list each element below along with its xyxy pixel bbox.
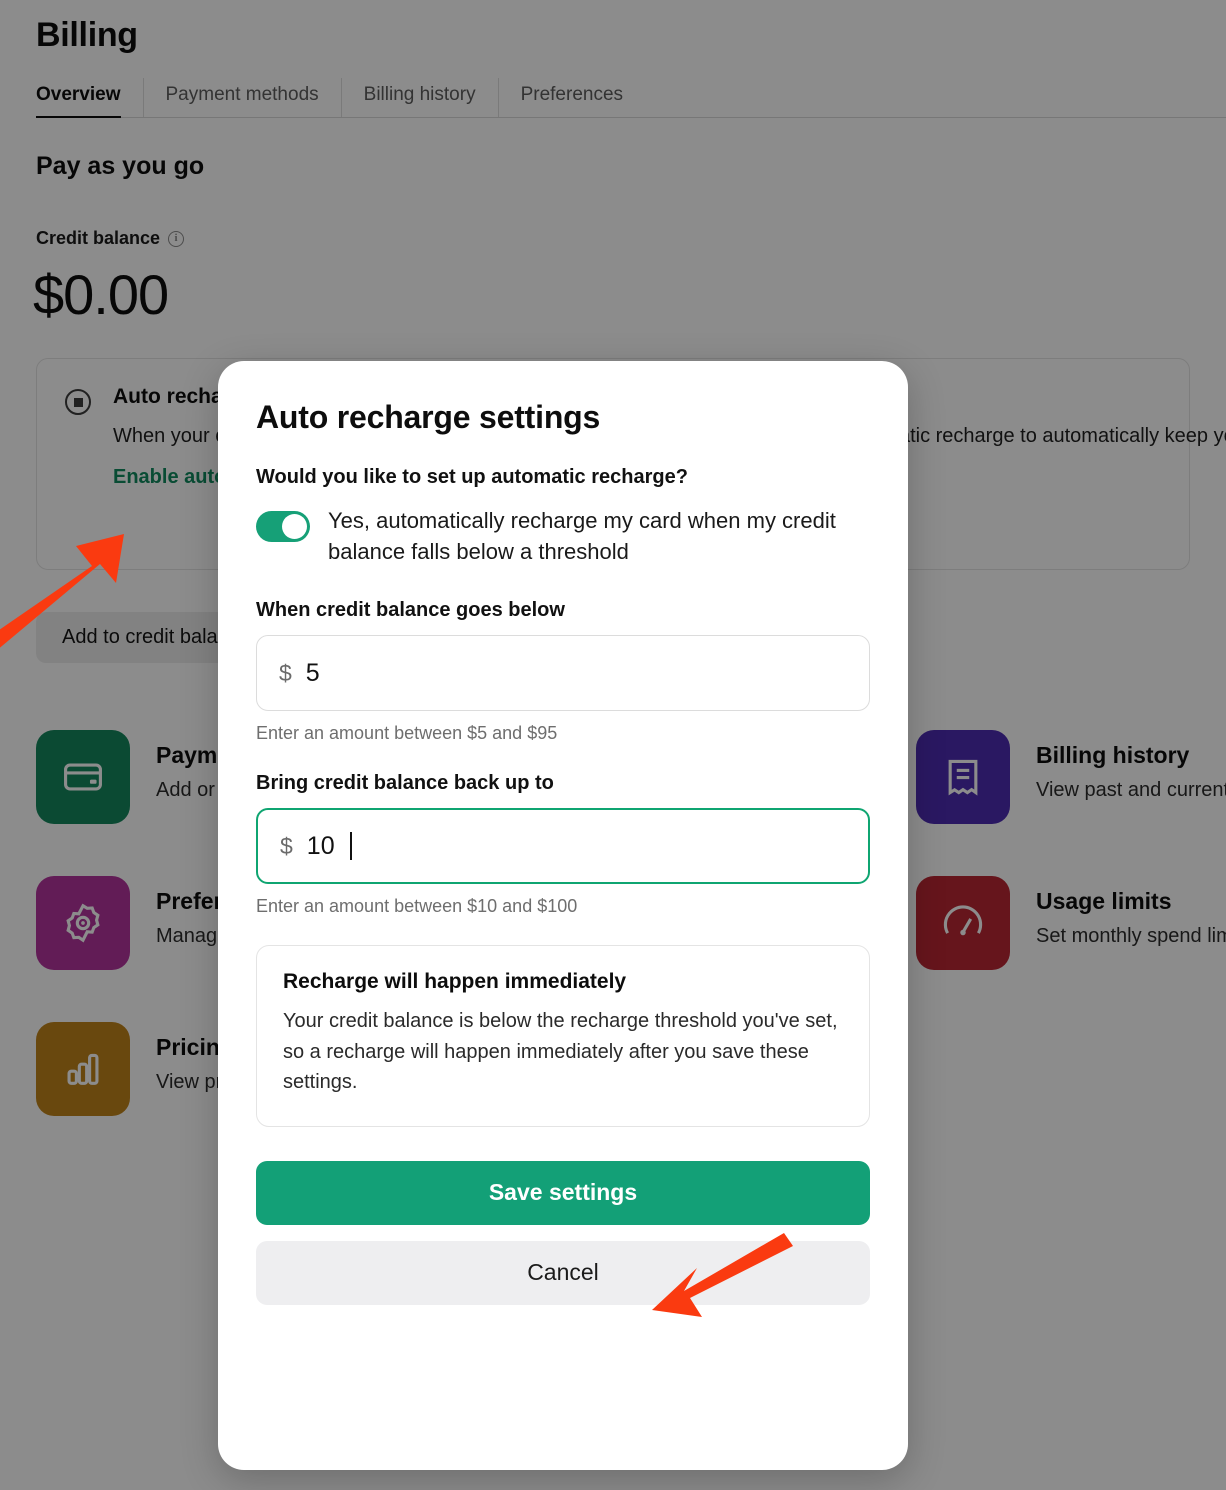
currency-symbol: $ <box>280 832 293 859</box>
immediate-recharge-callout: Recharge will happen immediately Your cr… <box>256 945 870 1127</box>
threshold-field-hint: Enter an amount between $5 and $95 <box>256 723 558 744</box>
auto-recharge-settings-dialog: Auto recharge settings Would you like to… <box>218 361 908 1470</box>
topup-field-label: Bring credit balance back up to <box>256 772 554 795</box>
toggle-knob <box>282 514 307 539</box>
screenshot-root: Billing Overview Payment methods Billing… <box>0 0 1226 1490</box>
text-caret <box>349 832 352 861</box>
topup-input[interactable]: $ 10 <box>256 808 870 885</box>
callout-heading: Recharge will happen immediately <box>283 970 627 994</box>
currency-symbol: $ <box>279 659 292 686</box>
save-settings-button[interactable]: Save settings <box>256 1160 870 1225</box>
threshold-input-value: 5 <box>305 658 320 687</box>
dialog-title: Auto recharge settings <box>256 399 601 435</box>
cancel-button[interactable]: Cancel <box>256 1240 870 1305</box>
callout-body: Your credit balance is below the recharg… <box>283 1010 838 1094</box>
auto-recharge-toggle-row[interactable]: Yes, automatically recharge my card when… <box>256 505 870 567</box>
threshold-field-label: When credit balance goes below <box>256 599 565 622</box>
auto-recharge-toggle[interactable] <box>256 511 310 542</box>
topup-field-hint: Enter an amount between $10 and $100 <box>256 896 578 917</box>
threshold-input[interactable]: $ 5 <box>256 635 870 712</box>
auto-recharge-toggle-label: Yes, automatically recharge my card when… <box>328 508 836 565</box>
auto-recharge-question-label: Would you like to set up automatic recha… <box>256 466 688 488</box>
topup-input-value: 10 <box>306 831 335 860</box>
